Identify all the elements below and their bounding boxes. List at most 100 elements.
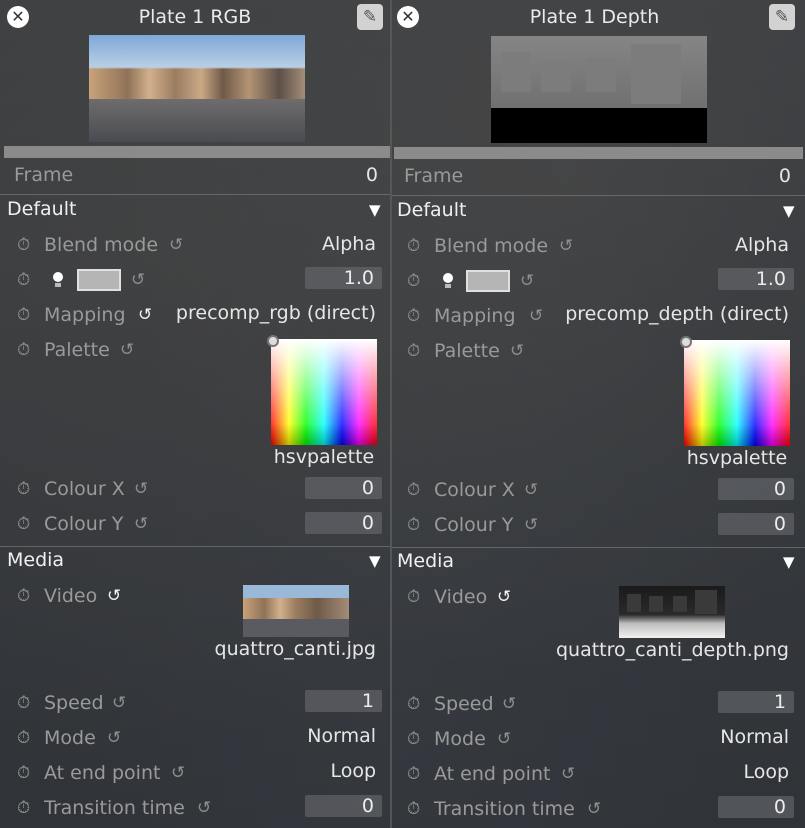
stopwatch-icon[interactable]: ⏱ (407, 729, 420, 749)
stopwatch-icon[interactable]: ⏱ (17, 479, 30, 499)
blend-mode-value[interactable]: Alpha (322, 233, 376, 255)
video-thumbnail[interactable] (619, 586, 725, 638)
colour-y-label: Colour Y (434, 514, 514, 536)
stopwatch-icon[interactable]: ⏱ (17, 693, 30, 713)
colour-y-label: Colour Y (44, 513, 124, 535)
reset-icon[interactable]: ↺ (197, 798, 211, 818)
stopwatch-icon[interactable]: ⏱ (407, 480, 420, 500)
mapping-value[interactable]: precomp_rgb (direct) (176, 302, 376, 324)
palette-label: Palette (44, 339, 110, 361)
mapping-label: Mapping (44, 304, 126, 326)
mapping-value[interactable]: precomp_depth (direct) (565, 303, 789, 325)
reset-icon[interactable]: ↺ (561, 764, 575, 784)
media-section-header[interactable]: Media (7, 549, 64, 571)
video-label: Video (434, 586, 488, 608)
mode-label: Mode (44, 727, 96, 749)
reset-icon[interactable]: ↺ (112, 693, 126, 713)
stopwatch-icon[interactable]: ⏱ (407, 515, 420, 535)
bulb-icon[interactable] (53, 272, 63, 282)
end-point-value[interactable]: Loop (330, 760, 376, 782)
reset-icon[interactable]: ↺ (524, 515, 538, 535)
video-filename: quattro_canti.jpg (214, 638, 376, 660)
default-section-header[interactable]: Default (397, 199, 466, 221)
media-section-header[interactable]: Media (397, 550, 454, 572)
palette-handle[interactable] (680, 336, 692, 348)
reset-icon[interactable]: ↺ (169, 235, 183, 255)
transition-field[interactable]: 0 (305, 795, 382, 817)
colour-y-field[interactable]: 0 (305, 512, 382, 534)
stopwatch-icon[interactable]: ⏱ (407, 587, 420, 607)
triangle-down-icon[interactable]: ▼ (783, 553, 795, 571)
add-note-icon[interactable]: ✎ (357, 4, 383, 30)
stopwatch-icon[interactable]: ⏱ (407, 236, 420, 256)
bulb-icon[interactable] (443, 273, 453, 283)
mode-value[interactable]: Normal (307, 725, 376, 747)
reset-icon[interactable]: ↺ (138, 305, 152, 325)
stopwatch-icon[interactable]: ⏱ (17, 235, 30, 255)
reset-icon[interactable]: ↺ (497, 729, 511, 749)
reset-icon[interactable]: ↺ (131, 270, 145, 290)
transition-label: Transition time (44, 797, 185, 819)
stopwatch-icon[interactable]: ⏱ (17, 514, 30, 534)
palette-label: Palette (434, 340, 500, 362)
stopwatch-icon[interactable]: ⏱ (407, 271, 420, 291)
reset-icon[interactable]: ↺ (171, 763, 185, 783)
video-filename: quattro_canti_depth.png (555, 639, 789, 661)
palette-handle[interactable] (267, 335, 279, 347)
end-point-value[interactable]: Loop (743, 761, 789, 783)
default-section-header[interactable]: Default (7, 198, 76, 220)
colour-swatch[interactable] (77, 269, 121, 291)
speed-field[interactable]: 1 (718, 691, 794, 713)
stopwatch-icon[interactable]: ⏱ (17, 305, 30, 325)
stopwatch-icon[interactable]: ⏱ (17, 586, 30, 606)
frame-label: Frame (404, 165, 464, 187)
triangle-down-icon[interactable]: ▼ (783, 202, 795, 220)
end-point-label: At end point (44, 762, 161, 784)
stopwatch-icon[interactable]: ⏱ (17, 728, 30, 748)
palette-picker[interactable] (680, 336, 790, 446)
reset-icon[interactable]: ↺ (524, 480, 538, 500)
reset-icon[interactable]: ↺ (510, 341, 524, 361)
video-label: Video (44, 585, 98, 607)
stopwatch-icon[interactable]: ⏱ (407, 341, 420, 361)
video-thumbnail[interactable] (243, 585, 349, 637)
stopwatch-icon[interactable]: ⏱ (17, 340, 30, 360)
end-point-label: At end point (434, 763, 551, 785)
colour-swatch[interactable] (466, 270, 510, 292)
frame-progress-bar[interactable] (4, 146, 390, 158)
colour-x-field[interactable]: 0 (718, 478, 794, 500)
reset-icon[interactable]: ↺ (134, 479, 148, 499)
stopwatch-icon[interactable]: ⏱ (17, 798, 30, 818)
reset-icon[interactable]: ↺ (587, 799, 601, 819)
opacity-field[interactable]: 1.0 (718, 268, 794, 290)
transition-field[interactable]: 0 (718, 796, 794, 818)
stopwatch-icon[interactable]: ⏱ (407, 764, 420, 784)
opacity-field[interactable]: 1.0 (305, 267, 382, 289)
add-note-icon[interactable]: ✎ (769, 4, 795, 30)
reset-icon[interactable]: ↺ (120, 340, 134, 360)
blend-mode-value[interactable]: Alpha (735, 234, 789, 256)
reset-icon[interactable]: ↺ (520, 271, 534, 291)
speed-field[interactable]: 1 (305, 690, 382, 712)
colour-x-field[interactable]: 0 (305, 477, 382, 499)
stopwatch-icon[interactable]: ⏱ (17, 763, 30, 783)
reset-icon[interactable]: ↺ (107, 586, 121, 606)
reset-icon[interactable]: ↺ (107, 728, 121, 748)
triangle-down-icon[interactable]: ▼ (369, 552, 381, 570)
stopwatch-icon[interactable]: ⏱ (407, 306, 420, 326)
mode-value[interactable]: Normal (720, 726, 789, 748)
stopwatch-icon[interactable]: ⏱ (17, 270, 30, 290)
colour-y-field[interactable]: 0 (718, 513, 794, 535)
reset-icon[interactable]: ↺ (529, 306, 543, 326)
triangle-down-icon[interactable]: ▼ (369, 201, 381, 219)
frame-progress-bar[interactable] (394, 147, 803, 159)
stopwatch-icon[interactable]: ⏱ (407, 694, 420, 714)
reset-icon[interactable]: ↺ (134, 514, 148, 534)
transition-label: Transition time (434, 798, 575, 820)
panel-plate-1-rgb: ✕ Plate 1 RGB ✎ Frame 0 Default ▼ ⏱ Blen… (0, 0, 392, 828)
reset-icon[interactable]: ↺ (497, 587, 511, 607)
palette-picker[interactable] (267, 335, 377, 445)
reset-icon[interactable]: ↺ (559, 236, 573, 256)
reset-icon[interactable]: ↺ (502, 694, 516, 714)
stopwatch-icon[interactable]: ⏱ (407, 799, 420, 819)
